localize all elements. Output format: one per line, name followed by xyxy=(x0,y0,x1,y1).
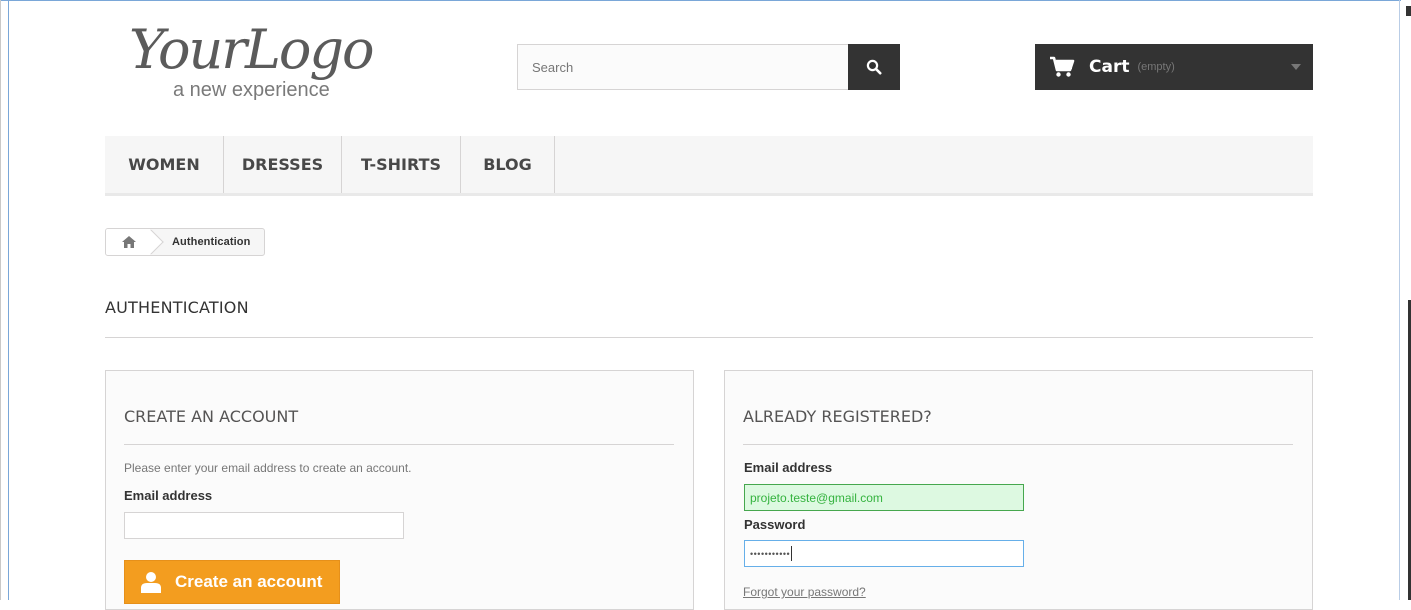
site-logo[interactable]: YourLogo a new experience xyxy=(125,12,425,102)
login-divider xyxy=(743,444,1293,445)
menu-item-t-shirts[interactable]: T-shirts xyxy=(342,136,461,193)
cart-icon xyxy=(1050,56,1075,77)
cart-status: (empty) xyxy=(1137,61,1175,73)
breadcrumb: Authentication xyxy=(105,228,266,256)
create-account-divider xyxy=(124,444,674,445)
create-email-input[interactable] xyxy=(124,512,404,539)
cart-button[interactable]: Cart (empty) xyxy=(1035,44,1313,90)
browser-viewport: YourLogo a new experience Cart (empty) W… xyxy=(0,0,1411,610)
create-account-form: CREATE AN ACCOUNT Please enter your emai… xyxy=(105,370,694,610)
login-title: ALREADY REGISTERED? xyxy=(743,407,932,426)
login-email-label: Email address xyxy=(744,460,833,475)
logo-tagline: a new experience xyxy=(173,79,330,101)
user-icon xyxy=(141,572,161,593)
chevron-down-icon xyxy=(1291,64,1301,70)
password-input[interactable]: ••••••••••• xyxy=(744,540,1024,567)
create-email-label: Email address xyxy=(124,488,213,503)
create-account-title: CREATE AN ACCOUNT xyxy=(124,407,299,426)
login-email-input[interactable] xyxy=(744,484,1024,511)
login-form: ALREADY REGISTERED? Email address Passwo… xyxy=(724,370,1313,610)
home-icon xyxy=(122,236,136,248)
password-label: Password xyxy=(744,517,806,532)
viewport-border-right xyxy=(1399,0,1400,600)
password-mask: ••••••••••• xyxy=(750,548,791,559)
menu-item-blog[interactable]: Blog xyxy=(461,136,555,193)
page-title-divider xyxy=(105,337,1313,338)
create-account-button-label: Create an account xyxy=(175,572,323,591)
logo-graphic: YourLogo a new experience xyxy=(129,18,375,101)
create-account-button[interactable]: Create an account xyxy=(124,560,340,604)
cart-label: Cart xyxy=(1089,57,1130,77)
logo-main-text: YourLogo xyxy=(129,18,373,81)
scrollbar[interactable] xyxy=(1403,0,1411,600)
page-title: AUTHENTICATION xyxy=(105,298,249,317)
viewport-border-top xyxy=(1,0,1401,1)
main-menu: Women Dresses T-shirts Blog xyxy=(105,136,1313,196)
create-account-instruction: Please enter your email address to creat… xyxy=(124,461,412,475)
search-icon xyxy=(866,59,882,75)
search-button[interactable] xyxy=(848,44,900,90)
breadcrumb-home[interactable] xyxy=(106,229,152,255)
forgot-password-link[interactable]: Forgot your password? xyxy=(743,585,866,599)
text-caret xyxy=(791,546,793,561)
search-input[interactable] xyxy=(517,44,849,90)
menu-item-women[interactable]: Women xyxy=(105,136,224,193)
viewport-border-left xyxy=(8,0,9,600)
scrollbar-arrow xyxy=(1406,6,1411,16)
menu-item-dresses[interactable]: Dresses xyxy=(224,136,342,193)
breadcrumb-current: Authentication xyxy=(172,236,251,248)
